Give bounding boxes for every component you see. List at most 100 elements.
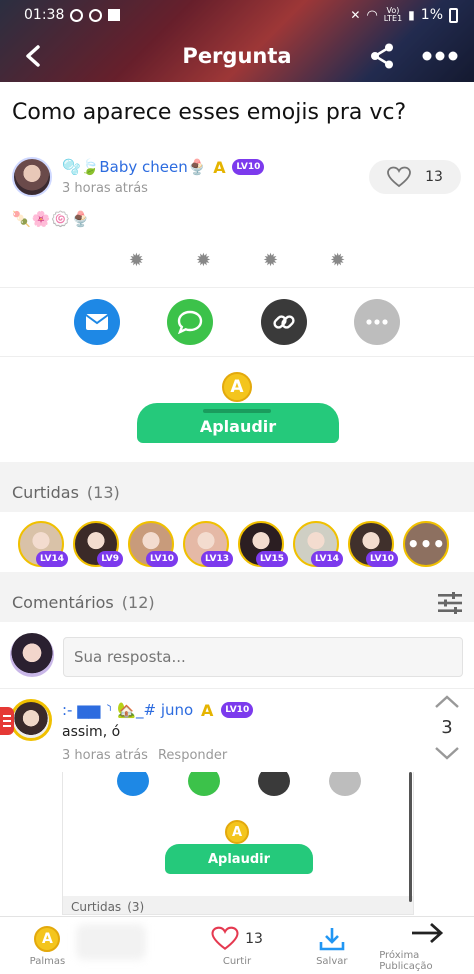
liker-avatar[interactable]: LV9 xyxy=(73,521,123,567)
scrollbar[interactable] xyxy=(409,772,412,902)
comments-count: (12) xyxy=(121,592,155,612)
sync-icon xyxy=(70,8,84,22)
level-badge: LV10 xyxy=(232,159,265,175)
status-bar: 01:38 ✕ ◠ Vo) LTE1 ▮ 1% xyxy=(0,0,474,30)
embedded-likes-header: Curtidas (3) xyxy=(63,896,413,914)
save-tab-label: Salvar xyxy=(316,955,348,967)
chat-bubble-icon xyxy=(178,310,203,334)
more-options-button[interactable] xyxy=(420,36,460,76)
level-badge: LV14 xyxy=(36,551,68,567)
embedded-props-button: Aplaudir xyxy=(165,844,313,874)
gear-ornament-icon: ✹ xyxy=(263,250,279,271)
download-icon xyxy=(319,927,345,950)
current-user-avatar xyxy=(10,633,54,677)
liker-avatar[interactable]: LV10 xyxy=(128,521,178,567)
wifi-icon: ◠ xyxy=(366,7,378,23)
menu-icon xyxy=(3,715,11,727)
back-arrow-icon xyxy=(26,45,40,67)
blurred-user-chip xyxy=(76,924,146,960)
level-badge: LV10 xyxy=(221,702,254,718)
commenter-name[interactable]: :- ▆▆ ⸃ 🏡_# juno A LV10 xyxy=(62,700,254,720)
side-menu-tab[interactable] xyxy=(0,707,14,735)
save-tab[interactable]: Salvar xyxy=(284,917,379,974)
upvote-chevron-icon[interactable] xyxy=(434,695,460,709)
link-icon xyxy=(273,315,295,329)
reply-input[interactable] xyxy=(63,637,463,677)
vote-count: 3 xyxy=(441,717,453,738)
copy-link-button[interactable] xyxy=(260,299,307,345)
like-tab-label: Curtir xyxy=(222,955,252,967)
props-coin-icon: A xyxy=(34,925,61,952)
back-button[interactable] xyxy=(14,36,54,76)
level-badge: LV14 xyxy=(311,551,343,567)
props-button-label: Aplaudir xyxy=(199,416,277,436)
share-icon xyxy=(371,43,393,69)
coin-slot xyxy=(203,409,271,413)
vote-control: 3 xyxy=(432,695,462,760)
carrier-label: Vo) LTE1 xyxy=(383,6,403,23)
share-chat-button[interactable] xyxy=(167,299,214,345)
comments-title: Comentários xyxy=(12,592,114,612)
bottom-action-bar: A Palmas 13 Curtir Salvar Próxima Public… xyxy=(0,916,474,974)
mail-icon xyxy=(117,772,149,796)
next-post-label: Próxima Publicação xyxy=(379,950,433,972)
next-post-tab[interactable]: Próxima Publicação xyxy=(379,917,474,974)
like-tab-count: 13 xyxy=(245,930,263,947)
more-dots-icon xyxy=(329,772,361,796)
comment-text: assim, ó xyxy=(62,724,121,740)
header: 01:38 ✕ ◠ Vo) LTE1 ▮ 1% Pergunta xyxy=(0,0,474,82)
post-body: 🍡🌸🍥🍨 xyxy=(12,210,91,228)
author-name-text: 🫧🍃Baby cheen🍨 xyxy=(62,158,207,176)
signal-icon: ▮ xyxy=(408,8,415,22)
author-name[interactable]: 🫧🍃Baby cheen🍨 A LV10 xyxy=(62,157,265,177)
liker-avatar[interactable]: LV13 xyxy=(183,521,233,567)
downvote-chevron-icon[interactable] xyxy=(434,746,460,760)
author-avatar[interactable] xyxy=(12,157,52,197)
like-tab[interactable]: 13 Curtir xyxy=(190,917,285,974)
divider-decoration: ✹ ✹ ✹ ✹ xyxy=(0,250,474,271)
curator-icon: A xyxy=(201,700,214,720)
comment-meta: 3 horas atrás Responder xyxy=(62,748,227,763)
liker-avatar[interactable]: LV14 xyxy=(18,521,68,567)
liker-avatar[interactable]: LV15 xyxy=(238,521,288,567)
post-time: 3 horas atrás xyxy=(62,181,148,196)
likes-header[interactable]: Curtidas (13) xyxy=(0,472,474,512)
comments-header: Comentários (12) xyxy=(0,582,474,622)
app-icon xyxy=(108,9,121,21)
heart-icon xyxy=(211,926,239,951)
level-badge: LV9 xyxy=(97,551,123,567)
share-message-button[interactable] xyxy=(73,299,120,345)
battery-level: 1% xyxy=(420,7,443,23)
gear-ornament-icon: ✹ xyxy=(128,250,144,271)
like-count: 13 xyxy=(425,169,443,185)
more-dots-icon xyxy=(366,319,388,325)
likes-title: Curtidas xyxy=(12,482,79,502)
post-title: Como aparece esses emojis pra vc? xyxy=(12,100,407,125)
likers-list: LV14 LV9 LV10 LV13 LV15 LV14 LV10 ••• xyxy=(18,521,468,567)
props-coin-icon: A xyxy=(222,372,252,402)
heart-icon xyxy=(387,166,411,188)
curator-icon: A xyxy=(213,157,226,177)
share-button[interactable] xyxy=(362,36,402,76)
comment-time: 3 horas atrás xyxy=(62,748,148,763)
commenter-avatar[interactable] xyxy=(10,699,52,741)
notification-icon xyxy=(89,8,103,22)
like-button[interactable]: 13 xyxy=(369,160,461,194)
battery-icon xyxy=(449,7,458,23)
status-time: 01:38 xyxy=(24,7,65,23)
sort-filter-icon[interactable] xyxy=(438,592,462,614)
more-likers-button[interactable]: ••• xyxy=(403,521,449,567)
share-more-button[interactable] xyxy=(354,299,401,345)
likes-count: (13) xyxy=(86,482,120,502)
props-tab-label: Palmas xyxy=(29,955,66,967)
arrow-right-icon xyxy=(411,922,443,944)
liker-avatar[interactable]: LV10 xyxy=(348,521,398,567)
liker-avatar[interactable]: LV14 xyxy=(293,521,343,567)
reply-link[interactable]: Responder xyxy=(158,748,227,763)
comment-image[interactable]: A Aplaudir Curtidas (3) xyxy=(62,772,414,915)
props-coin-icon: A xyxy=(225,820,249,844)
level-badge: LV10 xyxy=(146,551,178,567)
section-gap xyxy=(0,462,474,472)
more-dots-icon xyxy=(422,51,458,61)
mail-icon xyxy=(85,314,109,330)
